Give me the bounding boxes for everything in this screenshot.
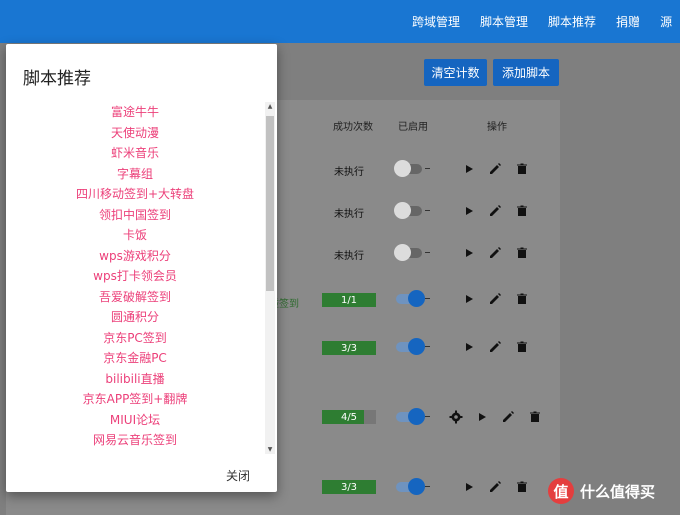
list-item[interactable]: 吾爱破解签到 (6, 287, 264, 308)
edit-icon[interactable] (488, 162, 502, 176)
list-item[interactable]: 京东金融PC (6, 348, 264, 369)
play-icon[interactable] (462, 162, 476, 176)
row-5-count: 3/3 (322, 341, 376, 355)
delete-icon[interactable] (515, 204, 529, 218)
header-actions: 操作 (487, 122, 507, 133)
delete-icon[interactable] (515, 292, 529, 306)
nav-cors[interactable]: 跨域管理 (412, 13, 460, 30)
list-item[interactable]: 京东PC签到 (6, 328, 264, 349)
edit-icon[interactable] (488, 480, 502, 494)
play-icon[interactable] (462, 246, 476, 260)
list-item[interactable]: 圆通积分 (6, 307, 264, 328)
scrollbar-thumb[interactable] (266, 116, 274, 291)
row-4-count: 1/1 (322, 293, 376, 307)
row-1-toggle[interactable] (394, 160, 430, 177)
list-item[interactable]: 字幕组 (6, 164, 264, 185)
list-item[interactable]: 卡饭 (6, 225, 264, 246)
list-item[interactable]: 天使动漫 (6, 123, 264, 144)
edit-icon[interactable] (488, 246, 502, 260)
list-item[interactable]: 四川移动签到+大转盘 (6, 184, 264, 205)
delete-icon[interactable] (515, 480, 529, 494)
row-2-toggle[interactable] (394, 202, 430, 219)
clear-count-button[interactable]: 清空计数 (424, 59, 487, 86)
edit-icon[interactable] (488, 292, 502, 306)
row-6-count: 4/5 (322, 410, 376, 424)
edit-icon[interactable] (501, 410, 515, 424)
watermark-logo-icon: 值 (548, 478, 574, 504)
delete-icon[interactable] (515, 162, 529, 176)
list-item[interactable]: 虾米音乐 (6, 143, 264, 164)
settings-icon[interactable] (449, 410, 463, 424)
list-scrollbar[interactable]: ▲ ▼ (265, 102, 275, 454)
list-item[interactable]: wps游戏积分 (6, 246, 264, 267)
scroll-up-icon[interactable]: ▲ (266, 103, 274, 110)
list-item[interactable]: wps打卡领会员 (6, 266, 264, 287)
row-7-count: 3/3 (322, 480, 376, 494)
edit-icon[interactable] (488, 204, 502, 218)
row-2-status: 未执行 (334, 209, 364, 220)
nav-scripts[interactable]: 脚本管理 (480, 13, 528, 30)
delete-icon[interactable] (515, 340, 529, 354)
play-icon[interactable] (462, 340, 476, 354)
dialog-title: 脚本推荐 (23, 69, 91, 89)
play-icon[interactable] (475, 410, 489, 424)
list-item[interactable]: 领扣中国签到 (6, 205, 264, 226)
nav-donate[interactable]: 捐赠 (616, 13, 640, 30)
header-enabled: 已启用 (398, 122, 428, 133)
row-3-status: 未执行 (334, 251, 364, 262)
watermark-text: 什么值得买 (580, 482, 656, 501)
row-3-toggle[interactable] (394, 244, 430, 261)
row-1-status: 未执行 (334, 167, 364, 178)
list-item[interactable]: MIUI论坛 (6, 410, 264, 431)
row-7-toggle[interactable] (396, 478, 430, 495)
play-icon[interactable] (462, 292, 476, 306)
watermark: 值 什么值得买 (548, 478, 655, 504)
row-6-toggle[interactable] (396, 408, 430, 425)
header-success-count: 成功次数 (333, 122, 373, 133)
list-item[interactable]: 京东APP签到+翻牌 (6, 389, 264, 410)
list-item[interactable]: 富途牛牛 (6, 102, 264, 123)
row-5-toggle[interactable] (396, 338, 430, 355)
recommend-list[interactable]: 富途牛牛 天使动漫 虾米音乐 字幕组 四川移动签到+大转盘 领扣中国签到 卡饭 … (6, 102, 264, 458)
top-nav: 跨域管理 脚本管理 脚本推荐 捐赠 源 (412, 0, 680, 43)
delete-icon[interactable] (515, 246, 529, 260)
edit-icon[interactable] (488, 340, 502, 354)
nav-recommend[interactable]: 脚本推荐 (548, 13, 596, 30)
list-item[interactable]: bilibili直播 (6, 369, 264, 390)
script-recommend-dialog: 脚本推荐 富途牛牛 天使动漫 虾米音乐 字幕组 四川移动签到+大转盘 领扣中国签… (6, 44, 277, 492)
row-4-toggle[interactable] (396, 290, 430, 307)
top-navbar: 跨域管理 脚本管理 脚本推荐 捐赠 源 (0, 0, 680, 43)
delete-icon[interactable] (528, 410, 542, 424)
close-button[interactable]: 关闭 (226, 467, 250, 484)
add-script-button[interactable]: 添加脚本 (493, 59, 559, 86)
list-item[interactable]: 网易云音乐签到 (6, 430, 264, 451)
play-icon[interactable] (462, 204, 476, 218)
play-icon[interactable] (462, 480, 476, 494)
nav-source[interactable]: 源 (660, 13, 672, 30)
scroll-down-icon[interactable]: ▼ (266, 446, 274, 453)
